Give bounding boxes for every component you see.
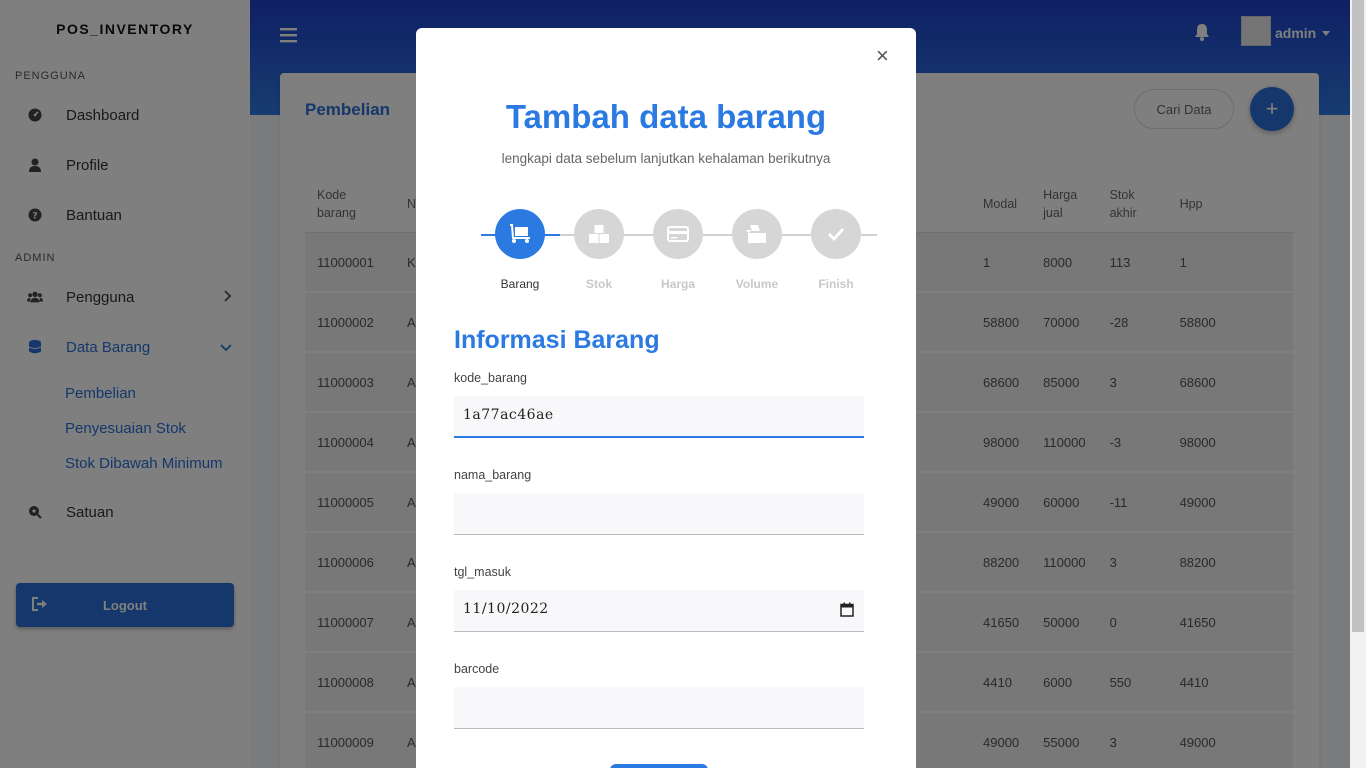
close-icon[interactable]: × [876,45,892,67]
barcode-label: barcode [454,662,500,676]
tgl-masuk-input[interactable]: 11/10/2022 [454,590,864,632]
step-stok[interactable]: Stok [559,209,639,291]
nama-barang-label: nama_barang [454,468,532,482]
step-barang[interactable]: Barang [480,209,560,291]
kode-barang-input[interactable]: 1a77ac46ae [454,396,864,438]
check-icon [811,209,861,259]
step-label: Finish [818,277,854,291]
nama-barang-input[interactable] [454,493,864,535]
modal-title: Tambah data barang [505,98,827,135]
scrollbar-thumb[interactable] [1352,0,1364,632]
kode-barang-label: kode_barang [454,371,527,385]
tgl-masuk-label: tgl_masuk [454,565,511,579]
step-finish[interactable]: Finish [796,209,876,291]
step-harga[interactable]: Harga [638,209,718,291]
step-volume[interactable]: Volume [717,209,797,291]
box-open-icon [732,209,782,259]
step-label: Harga [660,277,695,291]
dolly-icon [495,209,545,259]
add-item-modal: × Tambah data barang lengkapi data sebel… [416,28,916,768]
next-button[interactable] [610,764,708,768]
boxes-icon [574,209,624,259]
modal-subtitle: lengkapi data sebelum lanjutkan kehalama… [501,151,831,166]
section-heading: Informasi Barang [454,326,660,354]
step-label: Volume [735,277,779,291]
kode-barang-value: 1a77ac46ae [463,407,554,423]
card-icon [653,209,703,259]
step-label: Stok [585,277,612,291]
step-label: Barang [500,277,540,291]
barcode-input[interactable] [454,687,864,729]
calendar-icon[interactable] [840,602,854,622]
tgl-masuk-value: 11/10/2022 [463,601,549,617]
